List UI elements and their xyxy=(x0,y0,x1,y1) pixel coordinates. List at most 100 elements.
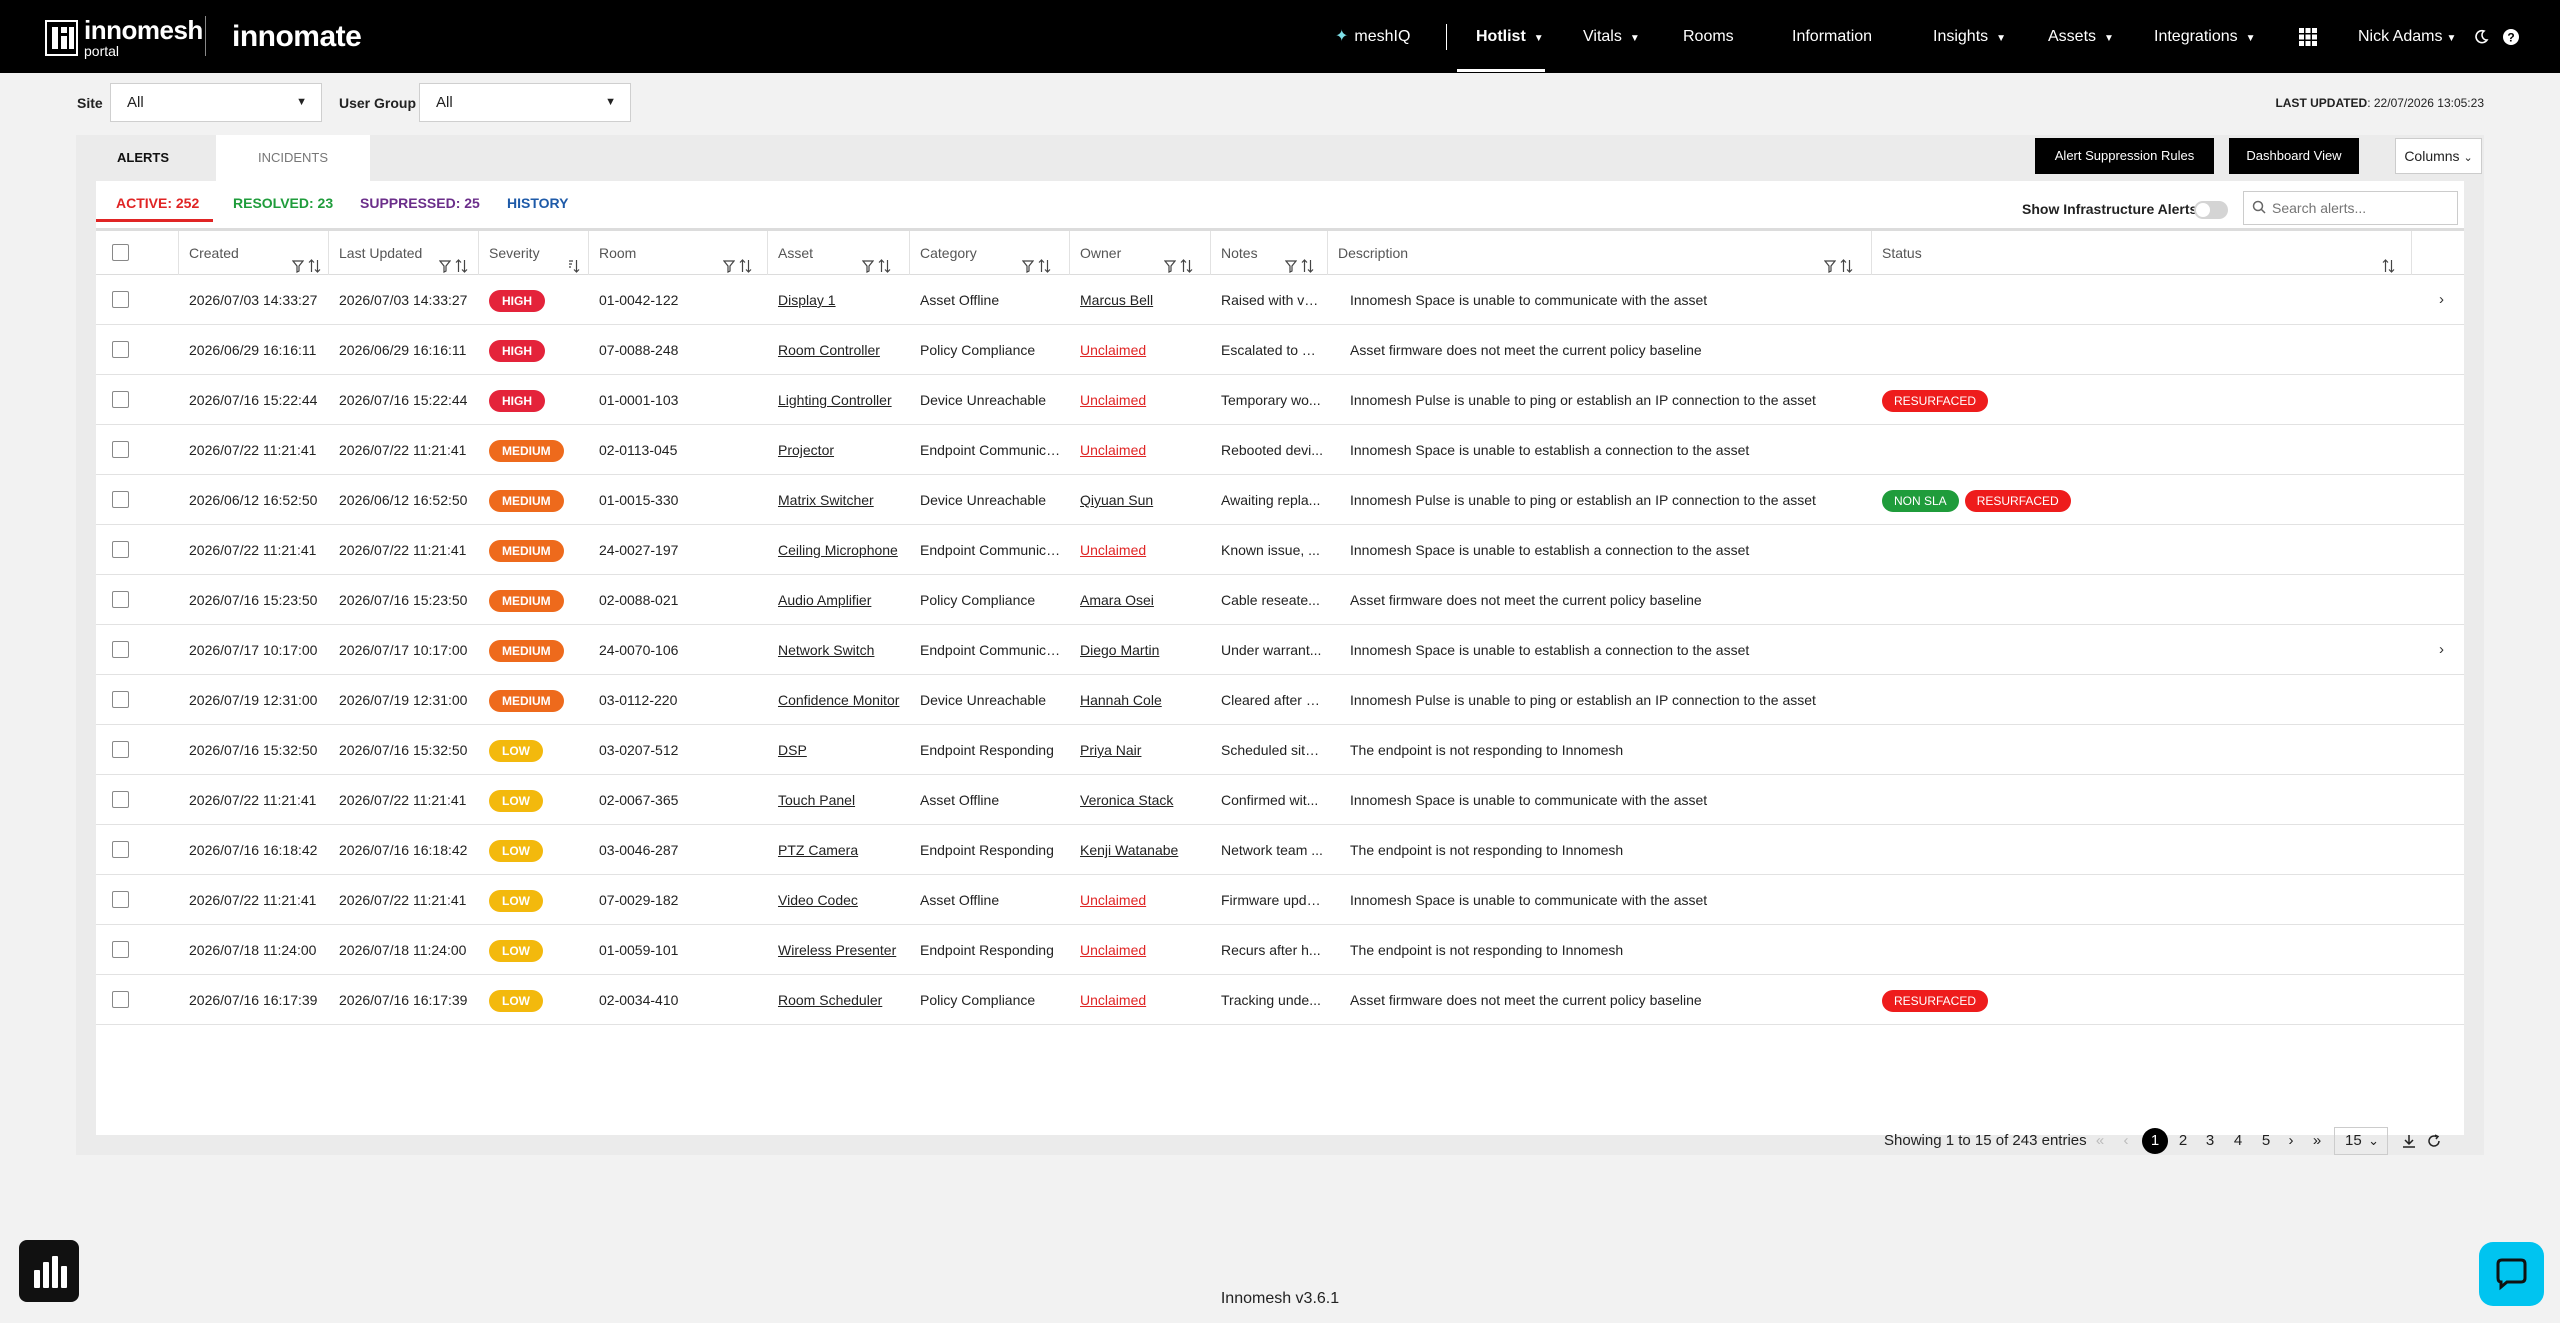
innomesh-logo[interactable]: innomesh portal xyxy=(45,17,203,58)
table-row[interactable]: 2026/07/16 16:18:42 2026/07/16 16:18:42 LO… xyxy=(96,825,2464,875)
page-4[interactable]: 4 xyxy=(2225,1128,2251,1154)
table-row[interactable]: 2026/07/03 14:33:27 2026/07/03 14:33:27 HI… xyxy=(96,275,2464,325)
row-checkbox[interactable] xyxy=(112,991,129,1008)
column-created[interactable]: Created xyxy=(179,231,329,275)
row-checkbox[interactable] xyxy=(112,541,129,558)
user-group-select[interactable]: All ▼ xyxy=(419,83,631,122)
row-checkbox[interactable] xyxy=(112,841,129,858)
nav-assets[interactable]: Assets ▼ xyxy=(2048,0,2114,73)
owner-link[interactable]: Unclaimed xyxy=(1080,442,1146,458)
row-checkbox[interactable] xyxy=(112,441,129,458)
first-page-icon[interactable]: « xyxy=(2092,1128,2108,1154)
asset-link[interactable]: Network Switch xyxy=(778,642,874,658)
page-3[interactable]: 3 xyxy=(2197,1128,2223,1154)
analytics-launcher[interactable] xyxy=(19,1240,79,1302)
nav-meshiq[interactable]: ✦ meshIQ xyxy=(1335,0,1410,73)
help-icon[interactable]: ? xyxy=(2502,0,2520,73)
status-tab-history[interactable]: HISTORY xyxy=(507,195,568,211)
owner-link[interactable]: Amara Osei xyxy=(1080,592,1154,608)
nav-information[interactable]: Information xyxy=(1792,0,1872,73)
asset-link[interactable]: Matrix Switcher xyxy=(778,492,874,508)
table-row[interactable]: 2026/07/19 12:31:00 2026/07/19 12:31:00 ME… xyxy=(96,675,2464,725)
nav-integrations[interactable]: Integrations ▼ xyxy=(2154,0,2256,73)
asset-link[interactable]: Video Codec xyxy=(778,892,858,908)
site-select[interactable]: All ▼ xyxy=(110,83,322,122)
column-notes[interactable]: Notes xyxy=(1211,231,1328,275)
row-checkbox[interactable] xyxy=(112,641,129,658)
row-checkbox[interactable] xyxy=(112,891,129,908)
row-checkbox[interactable] xyxy=(112,691,129,708)
nav-hotlist[interactable]: Hotlist ▼ xyxy=(1476,0,1544,73)
asset-link[interactable]: Confidence Monitor xyxy=(778,692,899,708)
row-checkbox[interactable] xyxy=(112,391,129,408)
nav-insights[interactable]: Insights ▼ xyxy=(1933,0,2006,73)
download-icon[interactable] xyxy=(2399,1128,2419,1154)
chevron-right-icon[interactable]: › xyxy=(2439,275,2444,325)
per-page-select[interactable]: 15 ⌄ xyxy=(2334,1127,2388,1155)
table-row[interactable]: 2026/07/22 11:21:41 2026/07/22 11:21:41 LO… xyxy=(96,775,2464,825)
owner-link[interactable]: Veronica Stack xyxy=(1080,792,1173,808)
dark-mode-icon[interactable] xyxy=(2473,0,2489,73)
owner-link[interactable]: Unclaimed xyxy=(1080,342,1146,358)
owner-link[interactable]: Unclaimed xyxy=(1080,992,1146,1008)
row-checkbox[interactable] xyxy=(112,291,129,308)
asset-link[interactable]: Room Scheduler xyxy=(778,992,882,1008)
owner-link[interactable]: Diego Martin xyxy=(1080,642,1159,658)
innomate-logo[interactable]: innomate xyxy=(232,20,362,54)
table-row[interactable]: 2026/07/16 15:23:50 2026/07/16 15:23:50 ME… xyxy=(96,575,2464,625)
owner-link[interactable]: Kenji Watanabe xyxy=(1080,842,1178,858)
status-tab-suppressed[interactable]: SUPPRESSED: 25 xyxy=(360,195,480,211)
last-page-icon[interactable]: » xyxy=(2307,1128,2327,1154)
column-category[interactable]: Category xyxy=(910,231,1070,275)
owner-link[interactable]: Qiyuan Sun xyxy=(1080,492,1153,508)
user-menu[interactable]: Nick Adams ▼ xyxy=(2358,0,2456,73)
search-box[interactable] xyxy=(2243,191,2472,225)
asset-link[interactable]: DSP xyxy=(778,742,807,758)
asset-link[interactable]: Display 1 xyxy=(778,292,836,308)
search-input[interactable] xyxy=(2272,192,2472,224)
asset-link[interactable]: PTZ Camera xyxy=(778,842,858,858)
asset-link[interactable]: Projector xyxy=(778,442,834,458)
owner-link[interactable]: Priya Nair xyxy=(1080,742,1141,758)
table-row[interactable]: 2026/07/16 16:17:39 2026/07/16 16:17:39 LO… xyxy=(96,975,2464,1025)
tab-incidents[interactable]: INCIDENTS xyxy=(216,135,370,181)
table-row[interactable]: 2026/07/22 11:21:41 2026/07/22 11:21:41 ME… xyxy=(96,425,2464,475)
column-status[interactable]: Status xyxy=(1872,231,2412,275)
table-row[interactable]: 2026/07/18 11:24:00 2026/07/18 11:24:00 LO… xyxy=(96,925,2464,975)
table-row[interactable]: 2026/07/22 11:21:41 2026/07/22 11:21:41 ME… xyxy=(96,525,2464,575)
column-owner[interactable]: Owner xyxy=(1070,231,1211,275)
nav-rooms[interactable]: Rooms xyxy=(1683,0,1734,73)
apps-grid-icon[interactable] xyxy=(2299,0,2317,73)
page-5[interactable]: 5 xyxy=(2253,1128,2279,1154)
table-row[interactable]: 2026/07/17 10:17:00 2026/07/17 10:17:00 ME… xyxy=(96,625,2464,675)
owner-link[interactable]: Unclaimed xyxy=(1080,392,1146,408)
nav-vitals[interactable]: Vitals ▼ xyxy=(1583,0,1640,73)
status-tab-resolved[interactable]: RESOLVED: 23 xyxy=(233,195,333,211)
table-row[interactable]: 2026/07/16 15:22:44 2026/07/16 15:22:44 HI… xyxy=(96,375,2464,425)
row-checkbox[interactable] xyxy=(112,491,129,508)
table-row[interactable]: 2026/07/16 15:32:50 2026/07/16 15:32:50 LO… xyxy=(96,725,2464,775)
asset-link[interactable]: Audio Amplifier xyxy=(778,592,871,608)
page-2[interactable]: 2 xyxy=(2170,1128,2196,1154)
column-room[interactable]: Room xyxy=(589,231,768,275)
asset-link[interactable]: Wireless Presenter xyxy=(778,942,896,958)
owner-link[interactable]: Unclaimed xyxy=(1080,892,1146,908)
column-last-updated[interactable]: Last Updated xyxy=(329,231,479,275)
owner-link[interactable]: Unclaimed xyxy=(1080,942,1146,958)
page-1[interactable]: 1 xyxy=(2142,1128,2168,1154)
select-all-checkbox[interactable] xyxy=(112,244,129,261)
owner-link[interactable]: Marcus Bell xyxy=(1080,292,1153,308)
column-description[interactable]: Description xyxy=(1328,231,1872,275)
tab-alerts[interactable]: ALERTS xyxy=(76,135,210,181)
column-asset[interactable]: Asset xyxy=(768,231,910,275)
asset-link[interactable]: Room Controller xyxy=(778,342,880,358)
next-page-icon[interactable]: › xyxy=(2281,1128,2301,1154)
prev-page-icon[interactable]: ‹ xyxy=(2118,1128,2134,1154)
table-row[interactable]: 2026/06/12 16:52:50 2026/06/12 16:52:50 ME… xyxy=(96,475,2464,525)
chevron-right-icon[interactable]: › xyxy=(2439,625,2444,675)
infrastructure-toggle[interactable] xyxy=(2194,201,2228,219)
row-checkbox[interactable] xyxy=(112,941,129,958)
owner-link[interactable]: Hannah Cole xyxy=(1080,692,1162,708)
row-checkbox[interactable] xyxy=(112,341,129,358)
row-checkbox[interactable] xyxy=(112,591,129,608)
